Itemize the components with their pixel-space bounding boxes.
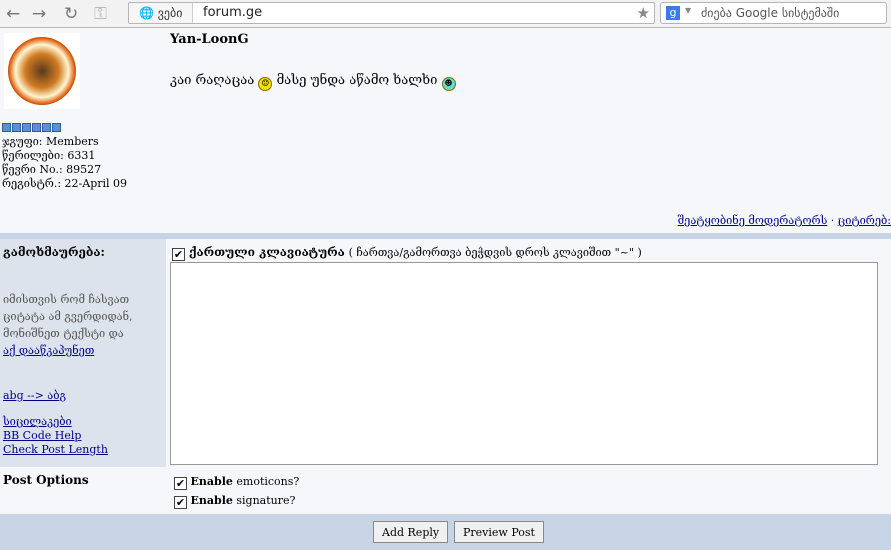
check-length-link[interactable]: Check Post Length	[3, 443, 108, 456]
help-links: სიცილაკები BB Code Help Check Post Lengt…	[3, 415, 108, 457]
browser-toolbar: ← → ↻ ⚿ 🌐 ვები forum.ge ★ g ▼ ძიება Goog…	[0, 0, 891, 28]
smileys-link[interactable]: სიცილაკები	[3, 415, 72, 428]
enable-signature-option[interactable]: ✔ Enable signature?	[174, 494, 295, 509]
globe-icon: 🌐	[139, 6, 154, 20]
quote-hint-text: იმისთვის რომ ჩასვათ ციტატა ამ გვერდიდან,…	[3, 293, 133, 340]
registered-date: რეგისტრ.: 22-April 09	[2, 177, 128, 190]
report-moderator-link[interactable]: შეატყობინე მოდერატორს	[678, 214, 828, 227]
url-text: forum.ge	[203, 5, 263, 20]
emoticons-label: emoticons?	[236, 475, 300, 488]
reply-textarea[interactable]	[170, 262, 878, 465]
reply-heading: გამოხმაურება:	[3, 245, 105, 259]
message-text-1: კაი რაღაცაა	[170, 73, 255, 88]
post-message: კაი რაღაცაა ☺ მასე უნდა აწამო ხალხი ☻	[170, 73, 456, 91]
keyboard-checkbox[interactable]: ✔	[172, 248, 185, 261]
rank-pips	[2, 123, 61, 132]
post-options-heading: Post Options	[3, 473, 89, 487]
quote-hint: იმისთვის რომ ჩასვათ ციტატა ამ გვერდიდან,…	[3, 291, 163, 359]
signature-label-bold: Enable	[190, 494, 233, 507]
posts-count: წერილები: 6331	[2, 149, 96, 162]
post-links: შეატყობინე მოდერატორს · ციტირებ:	[678, 214, 891, 227]
forum-post: ჯგუფი: Members წერილები: 6331 წევრი No.:…	[0, 29, 891, 233]
back-button[interactable]: ←	[6, 4, 20, 24]
avatar	[4, 33, 80, 109]
form-footer: Add Reply Preview Post	[0, 514, 891, 550]
search-placeholder: ძიება Google სისტემაში	[701, 6, 840, 20]
bbcode-help-link[interactable]: BB Code Help	[3, 429, 81, 442]
keyboard-label: ქართული კლავიატურა	[188, 245, 345, 259]
signature-checkbox[interactable]: ✔	[174, 496, 187, 509]
member-number: წევრი No.: 89527	[2, 163, 102, 176]
translit-link[interactable]: abg --> აბგ	[3, 389, 66, 402]
star-icon[interactable]: ★	[637, 3, 650, 23]
smile-emoticon-icon: ☺	[258, 77, 273, 91]
site-info-button[interactable]: 🌐 ვები	[129, 3, 193, 23]
site-label: ვები	[157, 6, 183, 20]
key-icon: ⚿	[94, 4, 107, 24]
reply-editor: ✔ ქართული კლავიატურა ( ჩართვა/გამორთვა ბ…	[168, 239, 891, 467]
emoticons-label-bold: Enable	[190, 475, 233, 488]
post-options: Post Options ✔ Enable emoticons? ✔ Enabl…	[0, 467, 891, 514]
separator: ·	[830, 214, 835, 227]
keyboard-note: ( ჩართვა/გამორთვა ბეჭდვის დროს კლავიშით …	[348, 246, 642, 259]
group-info: ჯგუფი: Members	[2, 135, 99, 148]
add-reply-button[interactable]: Add Reply	[373, 521, 449, 543]
reload-button[interactable]: ↻	[64, 4, 78, 24]
chevron-down-icon[interactable]: ▼	[685, 6, 691, 15]
search-box[interactable]: g ▼ ძიება Google სისტემაში	[660, 2, 887, 24]
emoticons-checkbox[interactable]: ✔	[174, 477, 187, 490]
message-text-2: მასე უნდა აწამო ხალხი	[276, 73, 438, 88]
grin-emoticon-icon: ☻	[441, 77, 456, 91]
signature-label: signature?	[236, 494, 296, 507]
post-username: Yan-LoonG	[170, 32, 249, 47]
georgian-keyboard-toggle[interactable]: ✔ ქართული კლავიატურა ( ჩართვა/გამორთვა ბ…	[172, 245, 642, 261]
user-info: ჯგუფი: Members წერილები: 6331 წევრი No.:…	[2, 135, 127, 191]
google-icon[interactable]: g	[666, 6, 680, 20]
reply-sidebar: გამოხმაურება: იმისთვის რომ ჩასვათ ციტატა…	[0, 239, 166, 467]
address-bar[interactable]: 🌐 ვები forum.ge ★	[128, 2, 655, 24]
preview-post-button[interactable]: Preview Post	[454, 521, 544, 543]
enable-emoticons-option[interactable]: ✔ Enable emoticons?	[174, 475, 299, 490]
quote-here-link[interactable]: აქ დააწკაპუნეთ	[3, 344, 94, 357]
forward-button[interactable]: →	[32, 4, 46, 24]
quote-link[interactable]: ციტირებ:	[838, 214, 891, 227]
